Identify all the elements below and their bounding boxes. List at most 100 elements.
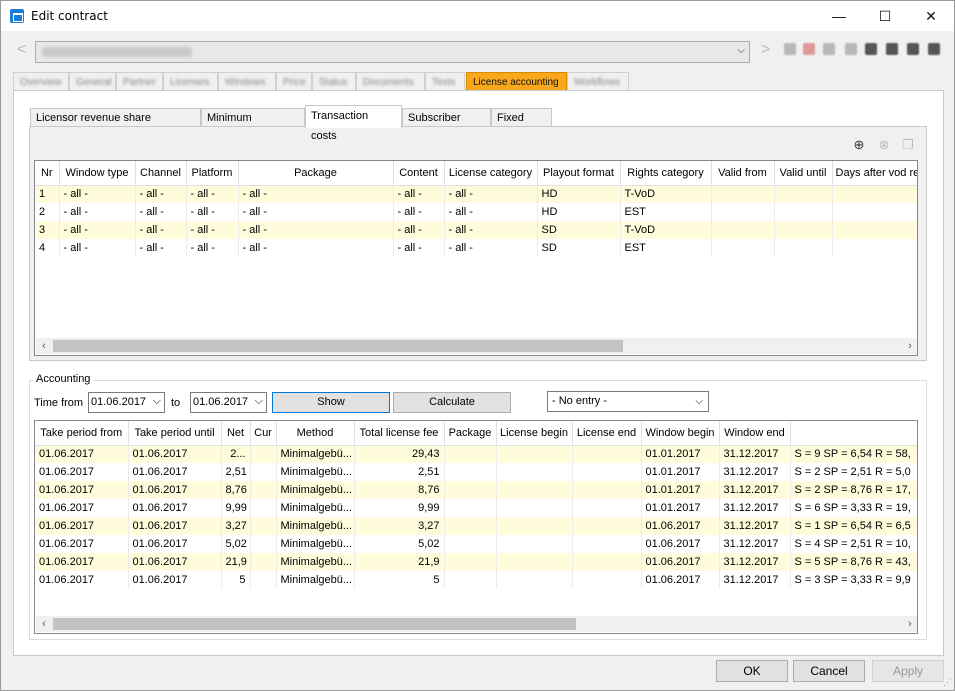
col-platform[interactable]: Platform bbox=[186, 161, 239, 186]
transaction-costs-grid: Nr Window type Channel Platform Package … bbox=[34, 160, 918, 356]
lock-icon[interactable] bbox=[928, 43, 940, 55]
table-cell bbox=[572, 481, 642, 499]
forward-arrow-icon[interactable]: > bbox=[761, 41, 770, 59]
calendar-dropdown-icon[interactable]: ⌵ bbox=[255, 392, 263, 411]
scroll-left-icon[interactable]: ‹ bbox=[36, 616, 52, 632]
tab-transaction-costs[interactable]: Transaction costs bbox=[305, 105, 402, 142]
col-take-period-until[interactable]: Take period until bbox=[128, 421, 222, 446]
col-channel[interactable]: Channel bbox=[135, 161, 187, 186]
top-grid-horizontal-scrollbar[interactable]: ‹ › bbox=[36, 338, 917, 354]
scroll-left-icon[interactable]: ‹ bbox=[36, 338, 52, 354]
col-valid-from[interactable]: Valid from bbox=[711, 161, 775, 186]
col-nr[interactable]: Nr bbox=[35, 161, 60, 186]
toolbar-icon-3[interactable] bbox=[823, 43, 835, 55]
tab-minimum-guarantee[interactable]: Minimum guarantee bbox=[201, 108, 305, 142]
col-license-category[interactable]: License category bbox=[444, 161, 538, 186]
to-date-picker[interactable]: 01.06.2017 ⌵ bbox=[190, 392, 267, 413]
table-cell: - all - bbox=[393, 203, 445, 221]
table-row[interactable]: 4- all -- all -- all -- all -- all -- al… bbox=[35, 239, 917, 257]
table-row[interactable]: 01.06.2017 01.06.2017 8,76 Minimalgebü... 8,… bbox=[35, 481, 917, 499]
table-row[interactable]: 01.06.2017 01.06.2017 21,9 Minimalgebü... 21… bbox=[35, 553, 917, 571]
table-row[interactable]: 01.06.2017 01.06.2017 5,02 Minimalgebü... 5,… bbox=[35, 535, 917, 553]
print-icon[interactable] bbox=[865, 43, 877, 55]
table-cell bbox=[496, 463, 573, 481]
show-button[interactable]: Show bbox=[272, 392, 390, 413]
col-days-after-vod-release[interactable]: Days after vod re bbox=[832, 161, 917, 186]
table-row[interactable]: 2- all -- all -- all -- all -- all -- al… bbox=[35, 203, 917, 221]
tab-status[interactable]: Status bbox=[312, 72, 356, 91]
back-arrow-icon[interactable]: < bbox=[17, 41, 26, 59]
scrollbar-thumb[interactable] bbox=[53, 340, 623, 352]
table-row[interactable]: 01.06.2017 01.06.2017 3,27 Minimalgebü... 3,… bbox=[35, 517, 917, 535]
col-license-begin[interactable]: License begin bbox=[496, 421, 573, 446]
col-rights-category[interactable]: Rights category bbox=[620, 161, 712, 186]
scroll-right-icon[interactable]: › bbox=[902, 338, 917, 354]
tab-texts[interactable]: Texts bbox=[425, 72, 465, 91]
pin-icon[interactable] bbox=[907, 43, 919, 55]
col-details[interactable] bbox=[790, 421, 917, 446]
remove-icon[interactable]: ⊗ bbox=[877, 138, 891, 152]
play-icon[interactable] bbox=[886, 43, 898, 55]
table-row[interactable]: 1- all -- all -- all -- all -- all -- al… bbox=[35, 185, 917, 203]
calculate-button[interactable]: Calculate bbox=[393, 392, 511, 413]
bottom-grid-horizontal-scrollbar[interactable]: ‹ › bbox=[36, 616, 917, 632]
tab-overview[interactable]: Overview bbox=[13, 72, 69, 91]
toolbar-icon-4[interactable] bbox=[845, 43, 857, 55]
cancel-button[interactable]: Cancel bbox=[793, 660, 865, 682]
table-cell: 01.06.2017 bbox=[128, 571, 222, 589]
calendar-dropdown-icon[interactable]: ⌵ bbox=[153, 392, 161, 411]
col-valid-until[interactable]: Valid until bbox=[774, 161, 833, 186]
close-button[interactable]: ✕ bbox=[908, 1, 954, 31]
table-cell: 01.01.2017 bbox=[641, 445, 720, 463]
table-cell bbox=[711, 203, 775, 221]
col-license-end[interactable]: License end bbox=[572, 421, 642, 446]
apply-button[interactable]: Apply bbox=[872, 660, 944, 682]
tab-licenses[interactable]: Licenses bbox=[163, 72, 218, 91]
table-row[interactable]: 01.06.2017 01.06.2017 5 Minimalgebü... 5 01.0… bbox=[35, 571, 917, 589]
col-playout-format[interactable]: Playout format bbox=[537, 161, 621, 186]
tab-partner[interactable]: Partner bbox=[116, 72, 163, 91]
table-row[interactable]: 01.06.2017 01.06.2017 2,51 Minimalgebü... 2,… bbox=[35, 463, 917, 481]
col-total-license-fee[interactable]: Total license fee bbox=[354, 421, 445, 446]
tab-license-accounting[interactable]: License accounting bbox=[466, 72, 567, 91]
add-icon[interactable]: ⊕ bbox=[852, 138, 866, 152]
table-cell: - all - bbox=[393, 185, 445, 203]
tab-licensor-revenue-share[interactable]: Licensor revenue share (fallback) bbox=[30, 108, 201, 142]
table-row[interactable]: 01.06.2017 01.06.2017 9,99 Minimalgebü... 9,… bbox=[35, 499, 917, 517]
toolbar-icon-1[interactable] bbox=[784, 43, 796, 55]
toolbar-icon-delete[interactable] bbox=[803, 43, 815, 55]
table-cell: 01.06.2017 bbox=[128, 499, 222, 517]
contract-selector[interactable]: ⌵ bbox=[35, 41, 750, 63]
copy-icon[interactable]: ❐ bbox=[901, 138, 915, 152]
col-package[interactable]: Package bbox=[444, 421, 497, 446]
tab-documents[interactable]: Documents bbox=[356, 72, 425, 91]
resize-grip-icon[interactable]: ⋰ bbox=[943, 677, 952, 688]
col-window-end[interactable]: Window end bbox=[719, 421, 791, 446]
col-package[interactable]: Package bbox=[238, 161, 394, 186]
col-window-begin[interactable]: Window begin bbox=[641, 421, 720, 446]
tab-fixed-fees[interactable]: Fixed fees bbox=[491, 108, 552, 142]
col-content[interactable]: Content bbox=[393, 161, 445, 186]
minimize-button[interactable]: — bbox=[816, 1, 862, 31]
entry-select[interactable]: - No entry - ⌵ bbox=[547, 391, 709, 412]
scrollbar-thumb[interactable] bbox=[53, 618, 576, 630]
table-cell bbox=[250, 535, 277, 553]
col-method[interactable]: Method bbox=[276, 421, 355, 446]
from-date-picker[interactable]: 01.06.2017 ⌵ bbox=[88, 392, 165, 413]
tab-subscriber-costs[interactable]: Subscriber costs bbox=[402, 108, 491, 142]
table-cell: 01.06.2017 bbox=[35, 481, 129, 499]
table-row[interactable]: 3- all -- all -- all -- all -- all -- al… bbox=[35, 221, 917, 239]
col-net[interactable]: Net bbox=[221, 421, 251, 446]
ok-button[interactable]: OK bbox=[716, 660, 788, 682]
tab-price[interactable]: Price bbox=[276, 72, 312, 91]
col-cur[interactable]: Cur bbox=[250, 421, 277, 446]
tab-workflows[interactable]: Workflows bbox=[567, 72, 629, 91]
maximize-button[interactable]: ☐ bbox=[862, 1, 908, 31]
table-row[interactable]: 01.06.2017 01.06.2017 2... Minimalgebü... 29… bbox=[35, 445, 917, 463]
tab-general[interactable]: General bbox=[69, 72, 116, 91]
scroll-right-icon[interactable]: › bbox=[902, 616, 917, 632]
tab-windows[interactable]: Windows bbox=[218, 72, 276, 91]
col-take-period-from[interactable]: Take period from bbox=[35, 421, 129, 446]
col-window-type[interactable]: Window type bbox=[59, 161, 136, 186]
table-cell: - all - bbox=[135, 239, 187, 257]
